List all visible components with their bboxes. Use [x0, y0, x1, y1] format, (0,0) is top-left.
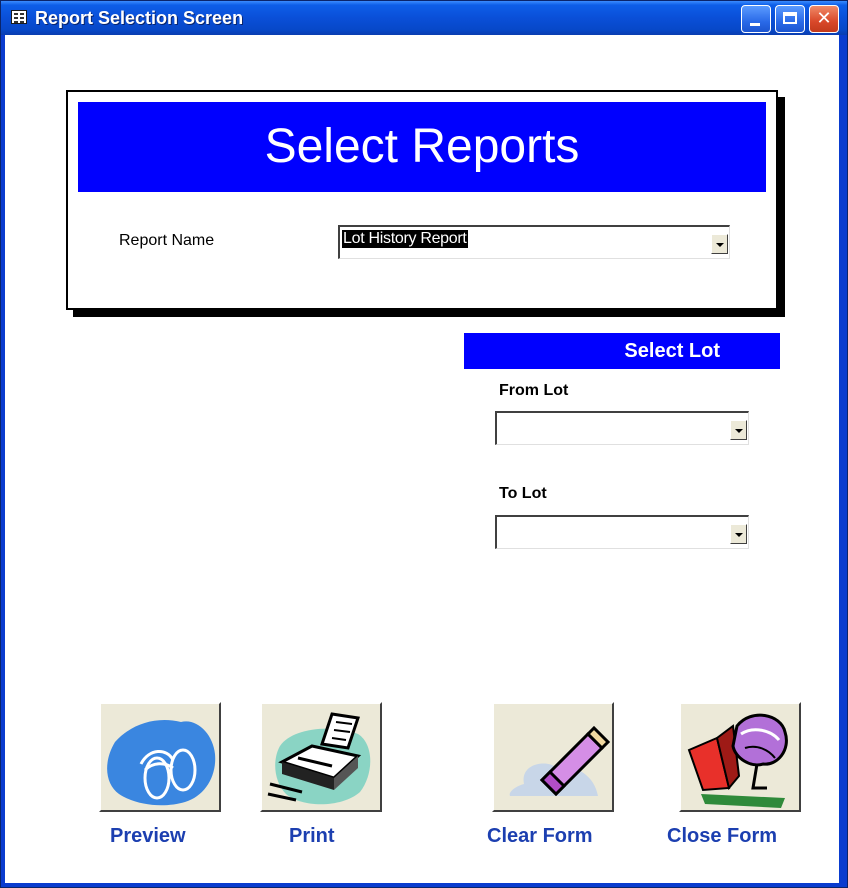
page-title: Select Reports — [78, 102, 766, 192]
from-lot-select[interactable] — [495, 411, 749, 445]
close-button[interactable]: ✕ — [809, 5, 839, 33]
print-button[interactable] — [260, 702, 382, 812]
chevron-down-icon[interactable] — [730, 524, 747, 544]
maximize-button[interactable] — [775, 5, 805, 33]
to-lot-label: To Lot — [499, 485, 547, 502]
close-form-label[interactable]: Close Form — [667, 825, 777, 848]
chevron-down-icon[interactable] — [711, 234, 728, 254]
report-name-label: Report Name — [119, 232, 215, 249]
exit-door-icon — [687, 713, 788, 808]
select-lot-heading: Select Lot — [464, 333, 780, 369]
eraser-icon — [509, 725, 611, 797]
form-icon[interactable] — [11, 10, 27, 24]
clear-form-label[interactable]: Clear Form — [487, 825, 593, 848]
preview-button[interactable] — [99, 702, 221, 812]
close-icon: ✕ — [816, 8, 832, 29]
form-body: Select Reports Report Name Lot History R… — [5, 35, 839, 883]
window: Report Selection Screen ✕ Select Reports… — [0, 0, 848, 888]
clear-form-button[interactable] — [492, 702, 614, 812]
report-name-select[interactable]: Lot History Report — [338, 225, 730, 259]
report-panel: Select Reports Report Name Lot History R… — [66, 90, 778, 310]
minimize-button[interactable] — [741, 5, 771, 33]
chevron-down-icon[interactable] — [730, 420, 747, 440]
to-lot-select[interactable] — [495, 515, 749, 549]
minimize-icon — [750, 23, 760, 26]
title-bar[interactable]: Report Selection Screen ✕ — [1, 1, 847, 35]
binoculars-icon — [107, 720, 216, 806]
report-name-value: Lot History Report — [342, 230, 468, 248]
close-form-button[interactable] — [679, 702, 801, 812]
maximize-icon — [783, 12, 797, 24]
printer-icon — [267, 712, 371, 805]
window-title: Report Selection Screen — [35, 8, 244, 28]
from-lot-label: From Lot — [499, 382, 569, 399]
preview-label[interactable]: Preview — [110, 825, 186, 848]
print-label[interactable]: Print — [289, 825, 335, 848]
